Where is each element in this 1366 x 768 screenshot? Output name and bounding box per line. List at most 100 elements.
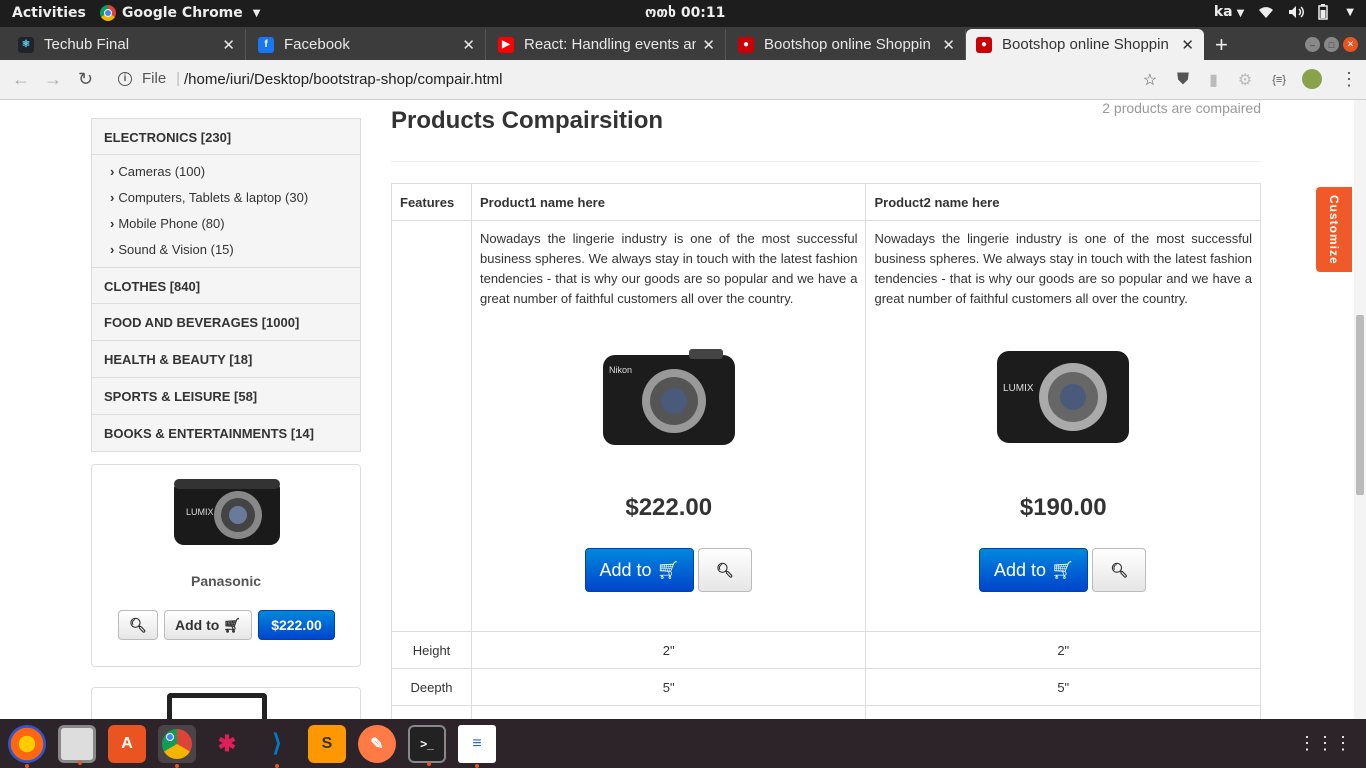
chevron-right-icon: ›	[110, 190, 115, 205]
files-icon[interactable]	[58, 724, 96, 765]
site-info[interactable]: i File |	[118, 70, 180, 87]
product2-add-to-cart-button[interactable]: Add to 🛒︎	[979, 548, 1089, 592]
category-sports-leisure[interactable]: SPORTS & LEISURE [58]	[91, 378, 361, 415]
close-icon[interactable]: ✕	[702, 36, 715, 54]
text-editor-icon[interactable]: ≡	[458, 724, 496, 768]
close-icon[interactable]: ✕	[942, 36, 955, 54]
featured-product-actions: 🔍︎ Add to 🛒︎ $222.00	[118, 610, 335, 640]
extension-puzzle-icon[interactable]: ⚙	[1238, 70, 1252, 90]
maximize-icon[interactable]: □	[1324, 37, 1339, 52]
tab-facebook[interactable]: f Facebook ✕	[248, 29, 486, 60]
price-button[interactable]: $222.00	[258, 610, 335, 640]
camera-image[interactable]: LUMIX	[172, 473, 282, 551]
profile-avatar[interactable]	[1302, 69, 1322, 89]
firefox-icon[interactable]	[8, 724, 46, 768]
bookmark-star-icon[interactable]: ☆	[1143, 70, 1157, 90]
product2-camera-image[interactable]: LUMIX	[993, 341, 1133, 451]
minimize-icon[interactable]: –	[1305, 37, 1320, 52]
features-header: Features	[391, 183, 472, 221]
chrome-dock-icon[interactable]	[158, 724, 196, 768]
product2-zoom-button[interactable]: 🔍︎	[1092, 548, 1147, 592]
security-label: File	[142, 70, 167, 87]
product1-add-to-cart-button[interactable]: Add to 🛒︎	[584, 548, 694, 592]
subcategory-computers[interactable]: › Computers, Tablets & laptop (30)	[110, 185, 360, 211]
product2-name: Product2 name here	[865, 183, 1261, 221]
software-center-icon[interactable]: A	[108, 724, 146, 763]
power-menu-chevron-icon[interactable]: ▼	[1346, 7, 1354, 18]
add-to-cart-button[interactable]: Add to 🛒︎	[164, 610, 252, 640]
tab-bootshop-1[interactable]: ● Bootshop online Shoppin ✕	[728, 29, 966, 60]
address-bar: ← → ↻ i File | /home/iuri/Desktop/bootst…	[0, 60, 1366, 100]
clock[interactable]: ოთხ 00:11	[645, 5, 725, 21]
spec-row-height: Height 2" 2"	[391, 631, 1261, 669]
tablet-image[interactable]	[167, 693, 267, 719]
window-controls: – □ ✕	[1305, 37, 1358, 52]
svg-text:LUMIX: LUMIX	[1003, 383, 1034, 394]
react-icon: ⚛	[18, 36, 34, 53]
shield-extension-icon[interactable]: ⛊	[1177, 71, 1189, 89]
new-tab-button[interactable]: +	[1215, 32, 1228, 58]
category-clothes[interactable]: CLOTHES [840]	[91, 267, 361, 304]
page-content: ELECTRONICS [230] › Cameras (100) › Comput…	[0, 100, 1354, 719]
scrollbar-thumb[interactable]	[1356, 315, 1364, 495]
keyboard-layout[interactable]: ka ▼	[1214, 4, 1244, 20]
postman-icon[interactable]: ✎	[358, 724, 396, 763]
cart-icon: 🛒︎	[1051, 559, 1074, 580]
close-icon[interactable]: ✕	[462, 36, 475, 54]
tab-title: Bootshop online Shoppin	[1002, 36, 1169, 53]
close-icon[interactable]: ✕	[222, 36, 235, 54]
slack-icon[interactable]: ✱	[208, 725, 246, 763]
divider	[391, 161, 1261, 162]
product2-cell: Nowadays the lingerie industry is one of…	[865, 220, 1261, 632]
subcategory-cameras[interactable]: › Cameras (100)	[110, 159, 360, 185]
menu-kebab-icon[interactable]: ⋮	[1340, 69, 1358, 90]
second-product-card	[91, 687, 361, 719]
system-tray[interactable]: ka ▼ ▼	[1214, 4, 1354, 20]
wifi-icon	[1259, 7, 1274, 18]
featured-product-name: Panasonic	[190, 573, 262, 589]
close-window-icon[interactable]: ✕	[1343, 37, 1358, 52]
tab-title: React: Handling events an	[524, 36, 697, 53]
extension-icon[interactable]: ▮	[1209, 70, 1218, 90]
cart-icon: 🛒︎	[223, 616, 241, 633]
tab-techub-final[interactable]: ⚛ Techub Final ✕	[8, 29, 246, 60]
sublime-text-icon[interactable]: S	[308, 724, 346, 763]
product1-zoom-button[interactable]: 🔍︎	[697, 548, 752, 592]
tab-bootshop-active[interactable]: ● Bootshop online Shoppin ✕	[966, 29, 1204, 60]
spec-row-depth: Deepth 5" 5"	[391, 668, 1261, 706]
activities-button[interactable]: Activities	[12, 5, 86, 21]
spec-value: 5"	[865, 668, 1261, 706]
tab-strip: ⚛ Techub Final ✕ f Facebook ✕ ▶ React: H…	[0, 27, 1366, 60]
app-menu-label: Google Chrome	[122, 5, 243, 21]
forward-icon[interactable]: →	[44, 69, 62, 90]
spec-label: Height	[391, 631, 472, 669]
category-books-entertainments[interactable]: BOOKS & ENTERTAINMENTS [14]	[91, 415, 361, 452]
product1-camera-image[interactable]: Nikon	[599, 341, 739, 451]
spec-value: 2"	[470, 631, 867, 669]
app-menu[interactable]: Google Chrome ▼	[100, 5, 260, 21]
subcategory-sound-vision[interactable]: › Sound & Vision (15)	[110, 237, 360, 263]
category-health-beauty[interactable]: HEALTH & BEAUTY [18]	[91, 341, 361, 378]
zoom-icon: 🔍︎	[129, 616, 147, 633]
zoom-button[interactable]: 🔍︎	[118, 610, 158, 640]
url-field[interactable]: /home/iuri/Desktop/bootstrap-shop/compai…	[184, 71, 502, 88]
scrollbar[interactable]	[1354, 100, 1366, 719]
product1-actions: Add to 🛒︎ 🔍︎	[584, 548, 752, 592]
category-food-beverages[interactable]: FOOD AND BEVERAGES [1000]	[91, 304, 361, 341]
featured-product-card: LUMIX Panasonic 🔍︎ Add to 🛒︎ $222.00	[91, 464, 361, 667]
back-icon[interactable]: ←	[12, 69, 30, 90]
features-empty-cell	[391, 220, 472, 632]
category-electronics[interactable]: ELECTRONICS [230]	[91, 118, 361, 155]
show-apps-icon[interactable]: ⋮⋮⋮	[1298, 733, 1352, 754]
reload-icon[interactable]: ↻	[78, 69, 93, 90]
json-extension-icon[interactable]: {≡}	[1272, 74, 1286, 86]
chevron-down-icon: ▼	[252, 7, 261, 19]
customize-tab[interactable]: Customize	[1316, 187, 1352, 272]
page-title: Products Compairsition	[391, 107, 664, 134]
close-icon[interactable]: ✕	[1181, 36, 1194, 54]
terminal-icon[interactable]: >_	[408, 724, 446, 766]
vscode-icon[interactable]: ⟩	[258, 725, 296, 768]
tab-react-events[interactable]: ▶ React: Handling events an ✕	[488, 29, 726, 60]
subcategory-mobile-phone[interactable]: › Mobile Phone (80)	[110, 211, 360, 237]
bootshop-icon: ●	[738, 36, 754, 53]
